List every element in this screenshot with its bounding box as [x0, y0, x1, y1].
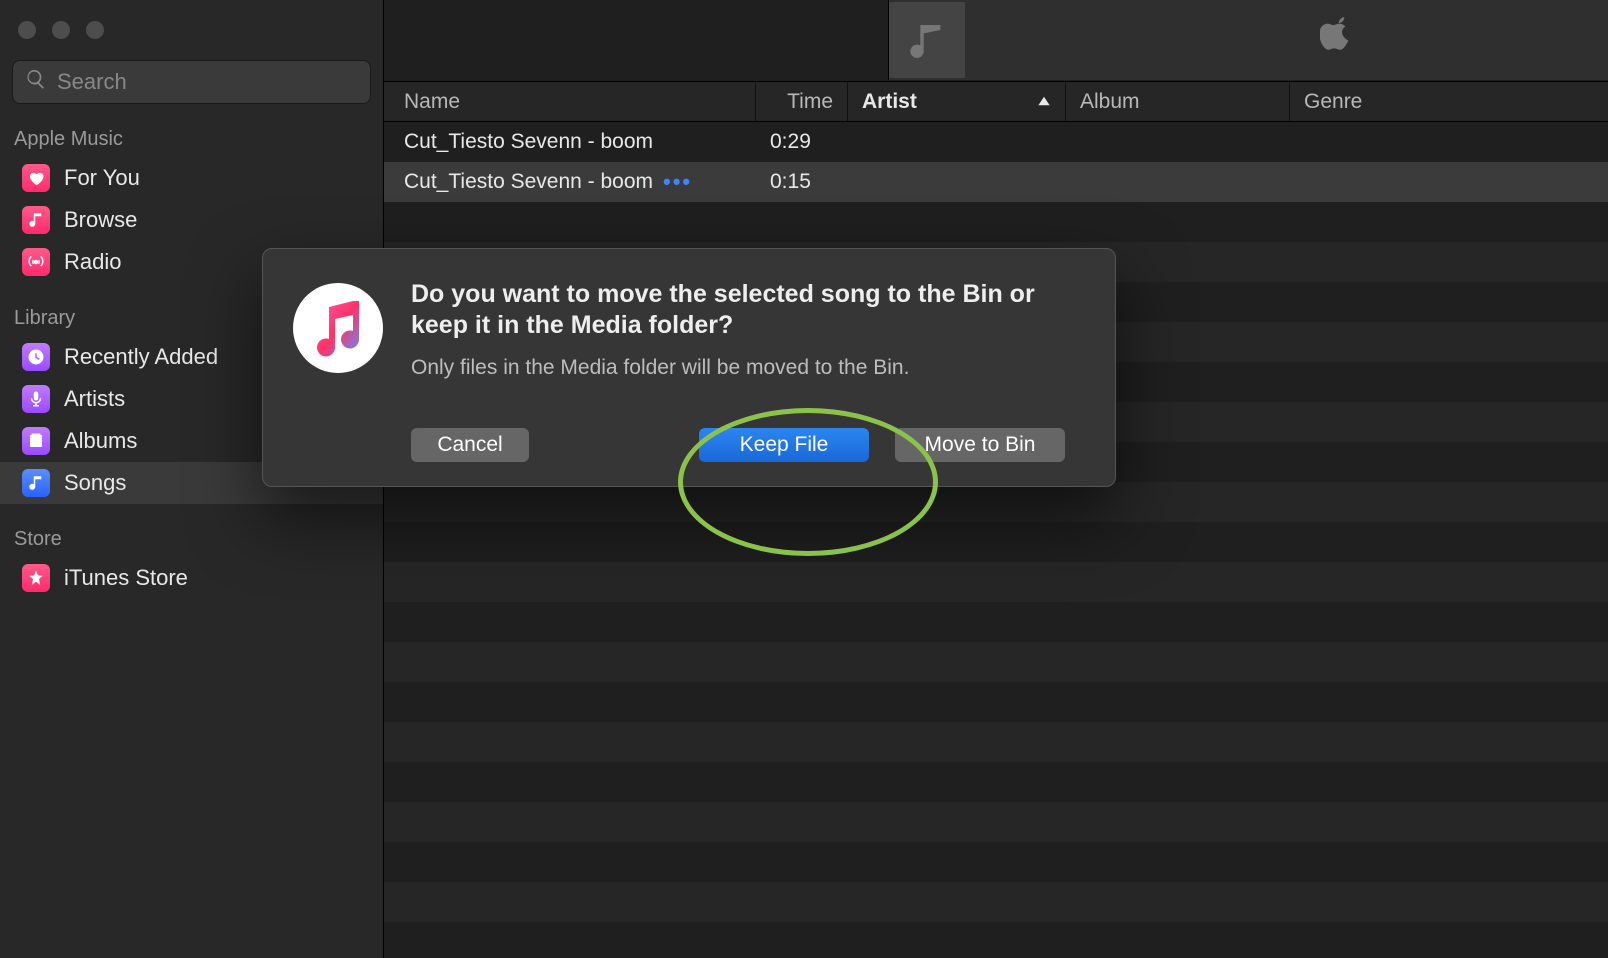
microphone-icon: [22, 385, 50, 413]
more-options-icon[interactable]: •••: [663, 171, 692, 193]
sidebar-item-label: Recently Added: [64, 344, 218, 370]
column-header-label: Genre: [1304, 90, 1362, 114]
sidebar-item-itunes-store[interactable]: iTunes Store: [0, 557, 383, 599]
track-name: Cut_Tiesto Sevenn - boom: [404, 170, 653, 194]
keep-file-button[interactable]: Keep File: [699, 428, 869, 462]
toolbar: [384, 0, 1608, 82]
apple-logo-icon: [1320, 17, 1354, 63]
search-input[interactable]: Search: [12, 60, 371, 104]
radio-icon: [22, 248, 50, 276]
track-time: 0:15: [756, 170, 848, 194]
music-note-icon: [22, 206, 50, 234]
now-playing-display: [888, 0, 1608, 80]
albums-icon: [22, 427, 50, 455]
clock-icon: [22, 343, 50, 371]
sidebar-item-for-you[interactable]: For You: [0, 157, 383, 199]
sidebar-item-browse[interactable]: Browse: [0, 199, 383, 241]
zoom-window-dot[interactable]: [86, 21, 104, 39]
cancel-button[interactable]: Cancel: [411, 428, 529, 462]
column-header-label: Name: [404, 90, 460, 114]
move-to-bin-button[interactable]: Move to Bin: [895, 428, 1065, 462]
star-icon: [22, 564, 50, 592]
column-header-row: Name Time Artist Album Genre: [384, 82, 1608, 122]
sidebar-item-label: Artists: [64, 386, 125, 412]
column-header-album[interactable]: Album: [1066, 82, 1290, 121]
column-header-name[interactable]: Name: [384, 82, 756, 121]
music-note-icon: [22, 469, 50, 497]
search-placeholder: Search: [57, 69, 127, 95]
close-window-dot[interactable]: [18, 21, 36, 39]
sidebar-item-label: Albums: [64, 428, 137, 454]
album-art-placeholder: [889, 2, 965, 78]
column-header-label: Artist: [862, 90, 917, 114]
column-header-genre[interactable]: Genre: [1290, 82, 1608, 121]
sidebar-item-label: Songs: [64, 470, 126, 496]
sidebar-item-label: For You: [64, 165, 140, 191]
sidebar-section-apple-music: Apple Music: [0, 104, 383, 157]
heart-icon: [22, 164, 50, 192]
sidebar-item-label: Browse: [64, 207, 137, 233]
column-header-label: Album: [1080, 90, 1140, 114]
column-header-label: Time: [787, 90, 833, 114]
dialog-subtitle: Only files in the Media folder will be m…: [411, 356, 1085, 380]
column-header-time[interactable]: Time: [756, 82, 848, 121]
dialog-title: Do you want to move the selected song to…: [411, 279, 1085, 342]
sort-ascending-icon: [1037, 90, 1051, 114]
column-header-artist[interactable]: Artist: [848, 82, 1066, 121]
track-name: Cut_Tiesto Sevenn - boom: [404, 130, 653, 154]
minimize-window-dot[interactable]: [52, 21, 70, 39]
track-time: 0:29: [756, 130, 848, 154]
window-controls: [0, 0, 383, 60]
track-row[interactable]: Cut_Tiesto Sevenn - boom 0:29: [384, 122, 1608, 162]
track-row[interactable]: Cut_Tiesto Sevenn - boom ••• 0:15: [384, 162, 1608, 202]
sidebar-section-store: Store: [0, 504, 383, 557]
search-icon: [25, 68, 47, 96]
delete-song-dialog: Do you want to move the selected song to…: [262, 248, 1116, 487]
sidebar-item-label: iTunes Store: [64, 565, 188, 591]
music-app-icon: [293, 283, 383, 373]
sidebar-item-label: Radio: [64, 249, 121, 275]
